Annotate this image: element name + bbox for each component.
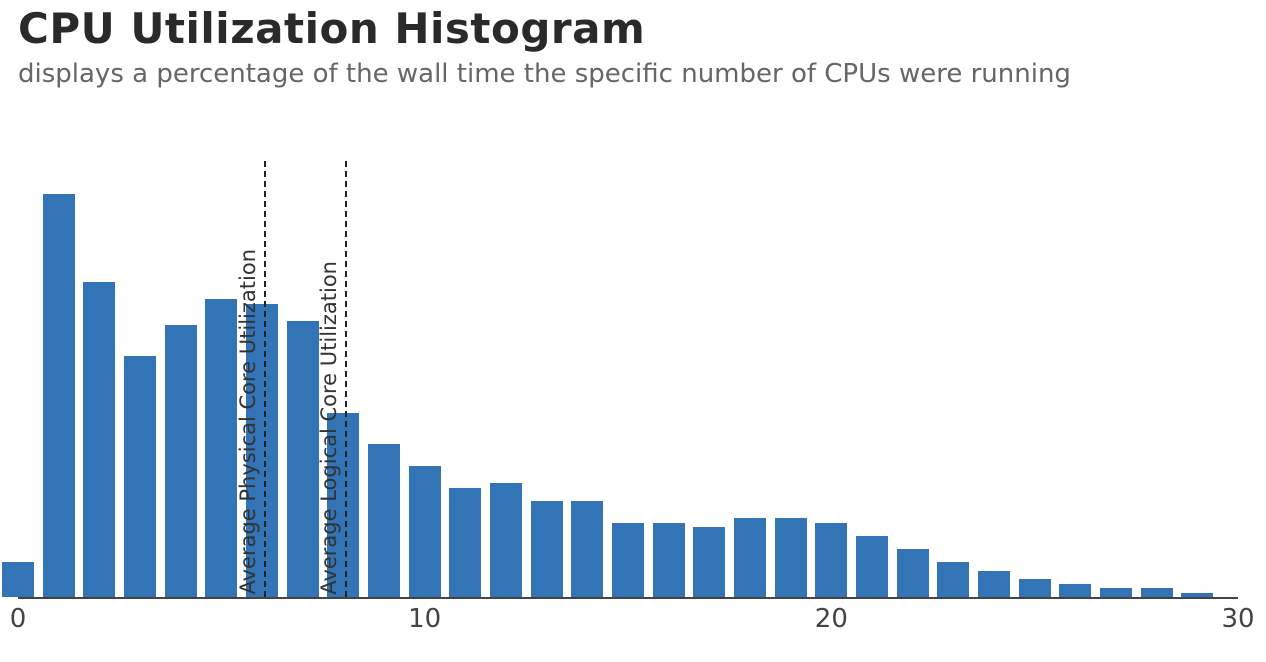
histogram-bar (653, 523, 685, 597)
histogram-bar (449, 488, 481, 598)
histogram-bar (937, 562, 969, 597)
reference-line (264, 161, 266, 597)
histogram-bars (18, 159, 1238, 597)
x-tick-label: 0 (10, 604, 27, 634)
histogram-bar (1019, 579, 1051, 597)
x-tick-label: 20 (815, 604, 848, 634)
histogram-bar (978, 571, 1010, 597)
histogram-bar (43, 194, 75, 597)
histogram-bar (205, 299, 237, 597)
histogram-bar (1059, 584, 1091, 597)
reference-line-label: Average Physical Core Utilization (236, 249, 260, 595)
histogram-bar (83, 282, 115, 597)
chart-subtitle: displays a percentage of the wall time t… (18, 59, 1248, 89)
histogram-bar (409, 466, 441, 597)
histogram-bar (734, 518, 766, 597)
histogram-bar (368, 444, 400, 597)
chart-title: CPU Utilization Histogram (18, 4, 1248, 53)
x-axis-line (18, 597, 1238, 599)
histogram-bar (1141, 588, 1173, 597)
histogram-bar (775, 518, 807, 597)
histogram-bar (531, 501, 563, 597)
histogram-bar (490, 483, 522, 597)
x-axis-ticks: 0102030 (18, 604, 1238, 644)
histogram-plot: Average Physical Core Utilization Average… (18, 159, 1238, 599)
histogram-bar (612, 523, 644, 597)
histogram-bar (1100, 588, 1132, 597)
histogram-bar (815, 523, 847, 597)
histogram-bar (897, 549, 929, 597)
histogram-bar (165, 325, 197, 597)
reference-line (345, 161, 347, 597)
histogram-bar (571, 501, 603, 597)
reference-line-label: Average Logical Core Utilization (317, 261, 341, 595)
histogram-bar (2, 562, 34, 597)
histogram-bar (693, 527, 725, 597)
histogram-bar (287, 321, 319, 597)
histogram-bar (124, 356, 156, 597)
x-tick-label: 10 (408, 604, 441, 634)
x-tick-label: 30 (1221, 604, 1254, 634)
histogram-bar (856, 536, 888, 597)
